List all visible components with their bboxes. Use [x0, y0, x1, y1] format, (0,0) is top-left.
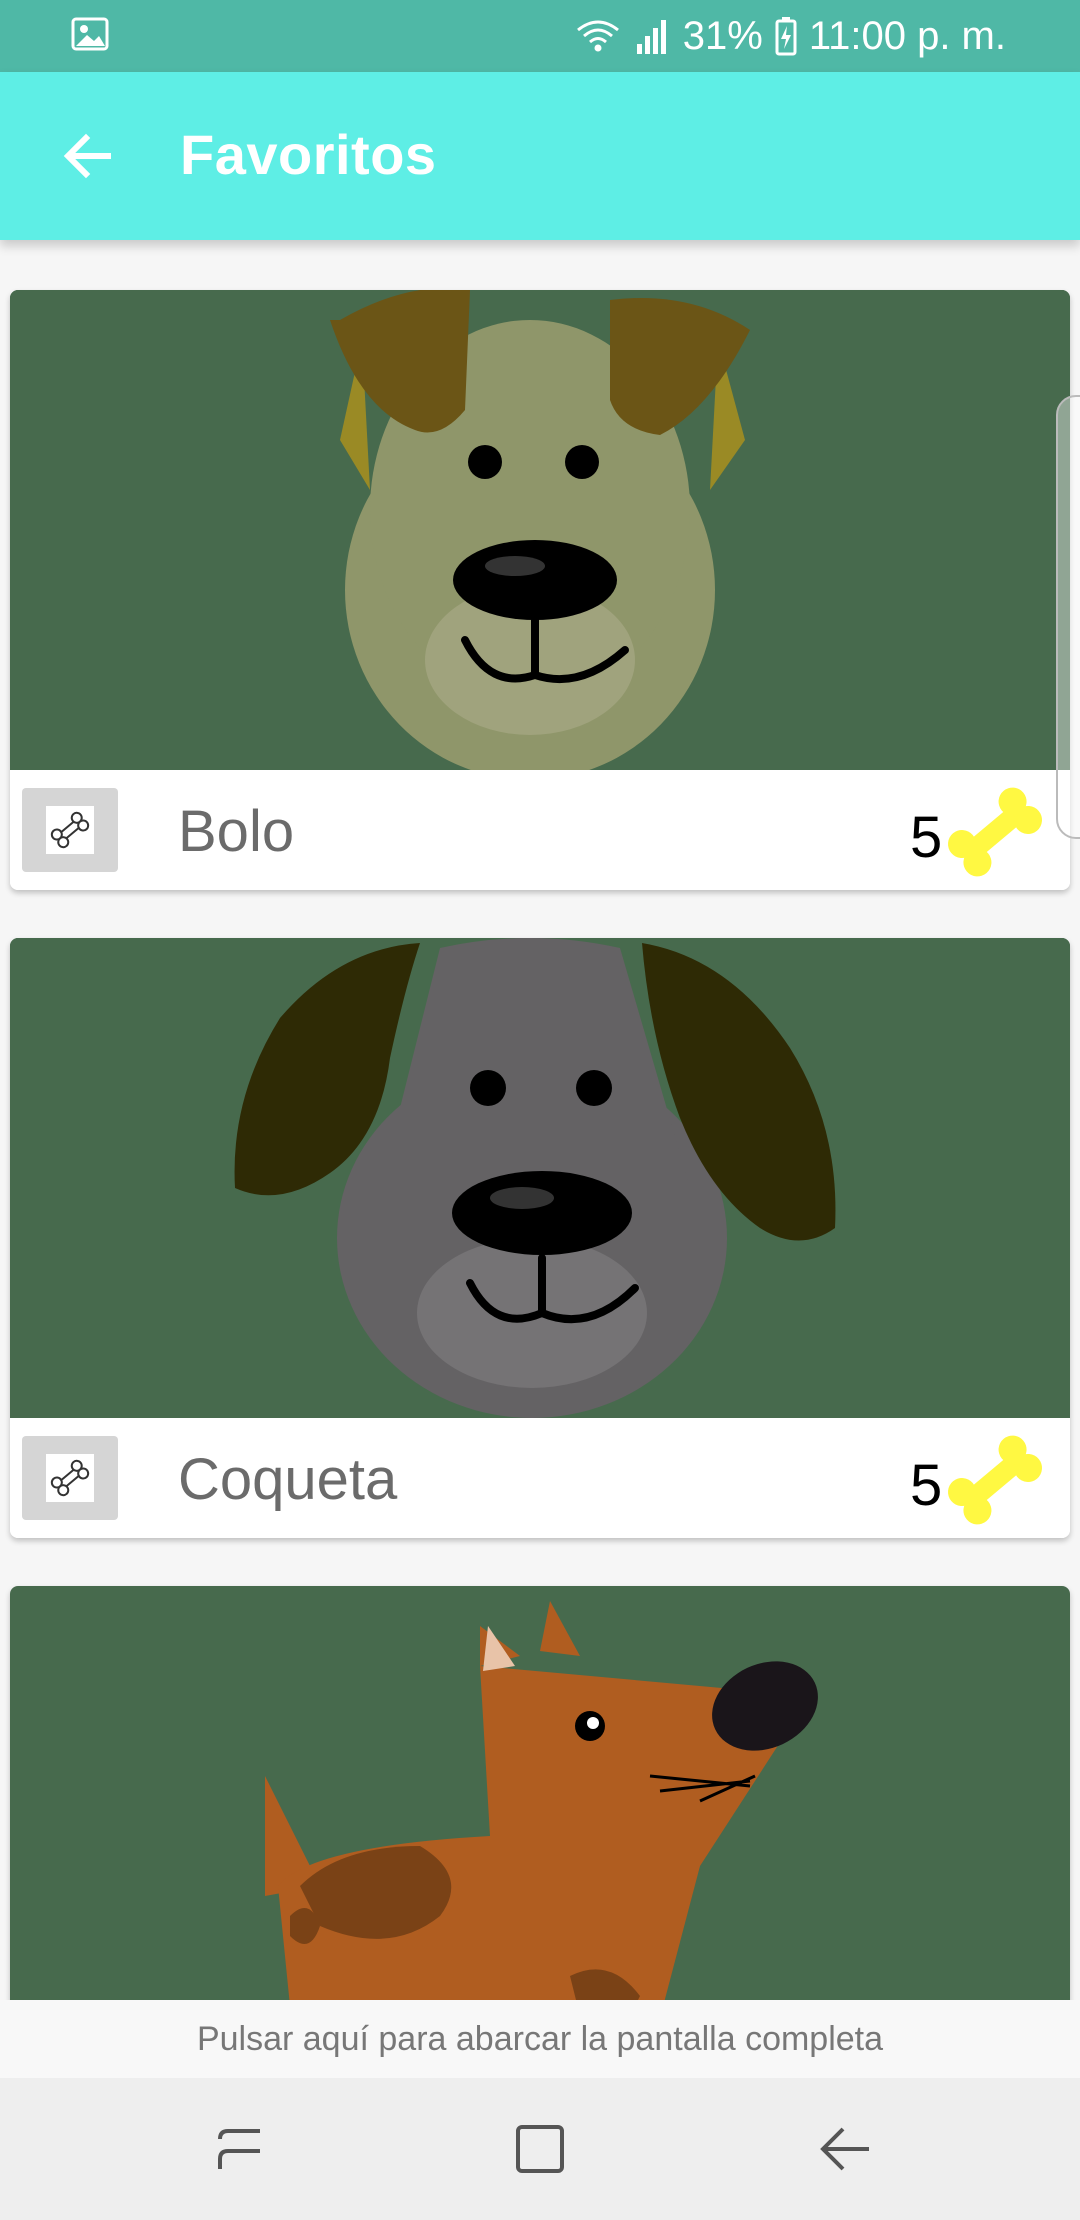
pet-name: Coqueta — [178, 1447, 398, 1512]
pet-card-footer: Bolo 5 — [10, 770, 1070, 890]
favorite-button[interactable] — [22, 1436, 118, 1520]
pet-photo[interactable] — [10, 290, 1070, 770]
bone-icon — [948, 1435, 1042, 1525]
gallery-icon — [71, 17, 109, 51]
dog-illustration — [10, 938, 1070, 1418]
system-back-button[interactable] — [800, 2104, 890, 2194]
recent-apps-button[interactable] — [195, 2104, 285, 2194]
battery-percentage: 31% — [682, 13, 763, 58]
edge-panel-handle[interactable] — [1056, 395, 1080, 839]
pet-card[interactable]: Bolo 5 — [10, 290, 1070, 890]
pet-rating: 5 — [910, 805, 943, 870]
bone-icon — [948, 787, 1042, 877]
recent-apps-icon — [218, 2129, 260, 2169]
pet-rating: 5 — [910, 1453, 943, 1518]
home-button[interactable] — [495, 2104, 585, 2194]
clock: 11:00 p. m. — [808, 13, 1006, 58]
back-icon — [820, 2127, 869, 2171]
battery-charging-icon — [775, 17, 797, 56]
home-icon — [516, 2125, 564, 2173]
app-bar: Favoritos — [0, 72, 1080, 240]
pet-name: Bolo — [178, 799, 295, 864]
pet-card[interactable]: Coqueta 5 — [10, 938, 1070, 1538]
bone-icon — [50, 1459, 90, 1497]
arrow-back-icon — [63, 133, 111, 179]
pet-card-footer: Coqueta 5 — [10, 1418, 1070, 1538]
back-button[interactable] — [48, 116, 128, 196]
wifi-icon — [576, 20, 619, 52]
favorites-list[interactable]: Bolo 5 Coqueta 5 — [0, 240, 1080, 2000]
pet-photo[interactable] — [10, 1586, 1070, 2000]
status-bar: 31% 11:00 p. m. — [0, 0, 1080, 72]
dog-illustration — [10, 1596, 1070, 2000]
pet-photo[interactable] — [10, 938, 1070, 1418]
bone-icon — [50, 811, 90, 849]
dog-illustration — [10, 290, 1070, 770]
navigation-bar — [0, 2078, 1080, 2220]
favorite-button[interactable] — [22, 788, 118, 872]
signal-icon — [636, 20, 666, 54]
page-title: Favoritos — [180, 123, 437, 186]
pet-card[interactable] — [10, 1586, 1070, 2000]
fullscreen-hint[interactable]: Pulsar aquí para abarcar la pantalla com… — [0, 2000, 1080, 2078]
